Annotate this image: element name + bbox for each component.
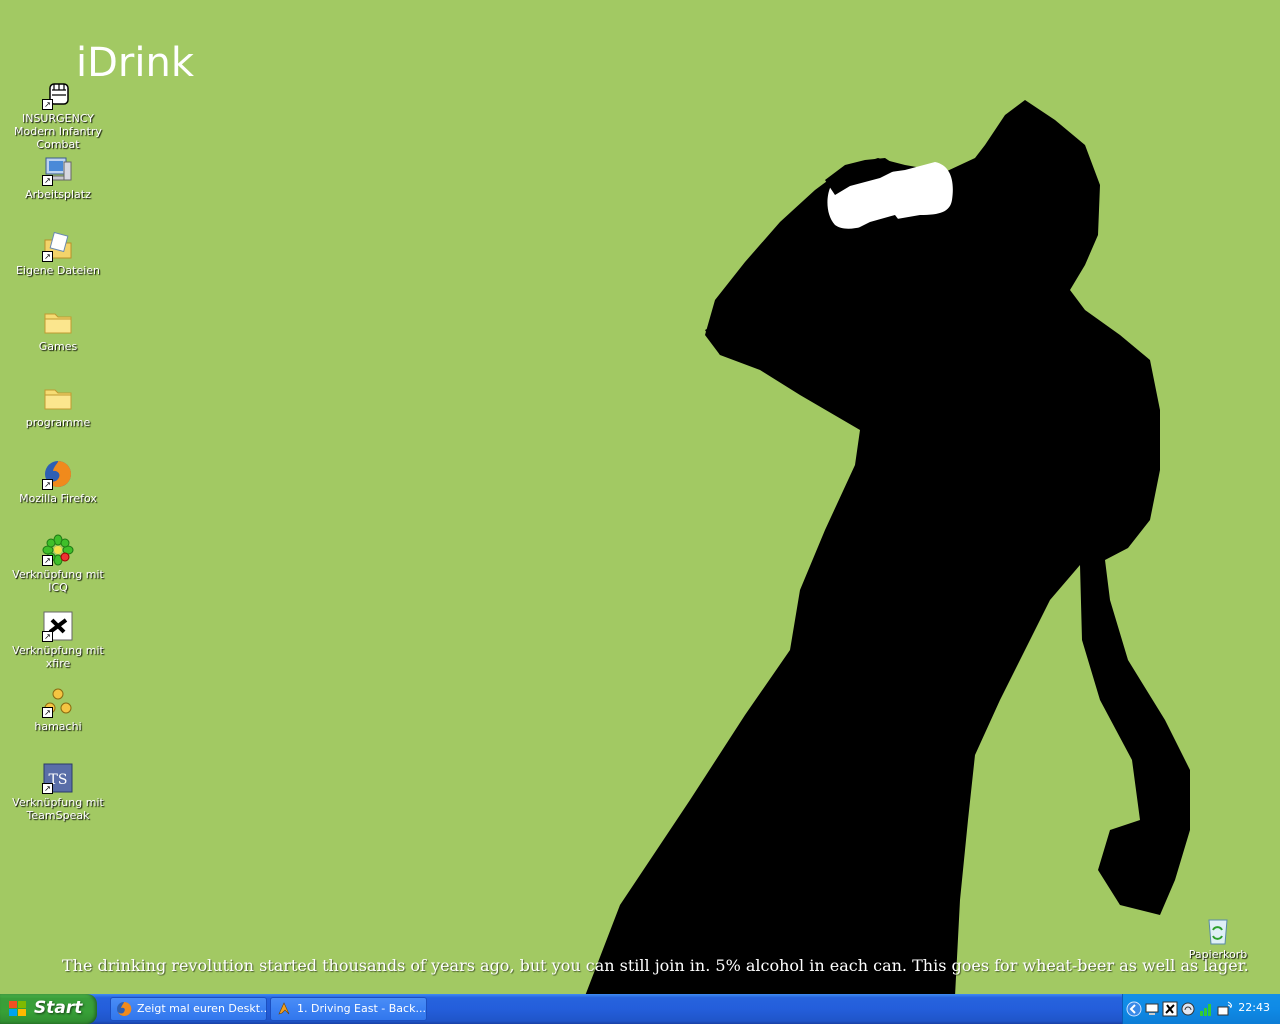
desktop-icon-label: Arbeitsplatz: [25, 188, 91, 201]
desktop-icon-label: Verknüpfung mit TeamSpeak: [12, 796, 104, 822]
desktop-icon-label: Papierkorb: [1188, 948, 1248, 961]
desktop-icon-insurgency[interactable]: ↗ INSURGENCY Modern Infantry Combat: [3, 78, 113, 151]
start-label: Start: [34, 998, 83, 1018]
desktop-icon-label: Verknüpfung mit xfire: [12, 644, 104, 670]
show-hidden-icons-icon[interactable]: [1126, 1001, 1142, 1017]
taskbar-button-label: Zeigt mal euren Deskt...: [137, 1002, 267, 1015]
desktop-icon-papierkorb[interactable]: Papierkorb: [1163, 914, 1273, 961]
recycle-bin-icon: [1202, 914, 1234, 946]
fist-icon: ↗: [42, 78, 74, 110]
my-documents-icon: ↗: [42, 230, 74, 262]
teamspeak-icon: TS ↗: [42, 762, 74, 794]
folder-icon: [42, 382, 74, 414]
desktop-icon-label: Games: [38, 340, 78, 353]
desktop-icon-xfire[interactable]: ↗ Verknüpfung mit xfire: [3, 610, 113, 670]
taskbar-button-winamp[interactable]: 1. Driving East - Back...: [270, 997, 427, 1021]
windows-logo-icon: [9, 1001, 27, 1017]
folder-icon: [42, 306, 74, 338]
computer-icon: ↗: [42, 154, 74, 186]
start-button[interactable]: Start: [0, 994, 97, 1024]
desktop-icon-label: Eigene Dateien: [15, 264, 101, 277]
desktop-icon-games[interactable]: Games: [3, 306, 113, 353]
desktop-icon-label: programme: [25, 416, 91, 429]
teamspeak-tray-icon[interactable]: [1180, 1001, 1196, 1017]
desktop-icon-eigene-dateien[interactable]: ↗ Eigene Dateien: [3, 230, 113, 277]
wireless-icon[interactable]: [1216, 1001, 1233, 1017]
desktop-icon-icq[interactable]: ↗ Verknüpfung mit ICQ: [3, 534, 113, 594]
firefox-icon: ↗: [42, 458, 74, 490]
xfire-icon: ↗: [42, 610, 74, 642]
icq-flower-icon: ↗: [42, 534, 74, 566]
winamp-icon: [276, 1001, 292, 1017]
xfire-tray-icon[interactable]: [1162, 1001, 1178, 1017]
network-icon[interactable]: [1144, 1001, 1160, 1017]
desktop-icon-programme[interactable]: programme: [3, 382, 113, 429]
desktop-icon-teamspeak[interactable]: TS ↗ Verknüpfung mit TeamSpeak: [3, 762, 113, 822]
firefox-icon: [116, 1001, 132, 1017]
signal-bars-icon[interactable]: [1198, 1001, 1214, 1017]
taskbar: Start Zeigt mal euren Deskt... 1. Drivin…: [0, 994, 1280, 1024]
desktop-icon-hamachi[interactable]: ↗ hamachi: [3, 686, 113, 733]
desktop-icon-label: Verknüpfung mit ICQ: [12, 568, 104, 594]
desktop-icon-arbeitsplatz[interactable]: ↗ Arbeitsplatz: [3, 154, 113, 201]
taskbar-button-firefox[interactable]: Zeigt mal euren Deskt...: [110, 997, 267, 1021]
desktop-icon-label: hamachi: [34, 720, 82, 733]
desktop-icon-label: Mozilla Firefox: [19, 492, 97, 505]
system-tray: 22:43: [1122, 994, 1280, 1024]
wallpaper-tagline: The drinking revolution started thousand…: [62, 956, 1249, 975]
taskbar-button-label: 1. Driving East - Back...: [297, 1002, 426, 1015]
clock[interactable]: 22:43: [1238, 1001, 1270, 1014]
desktop-icon-firefox[interactable]: ↗ Mozilla Firefox: [3, 458, 113, 505]
wallpaper-silhouette: [585, 100, 1190, 996]
hamachi-icon: ↗: [42, 686, 74, 718]
desktop-icon-label: INSURGENCY Modern Infantry Combat: [14, 112, 102, 151]
